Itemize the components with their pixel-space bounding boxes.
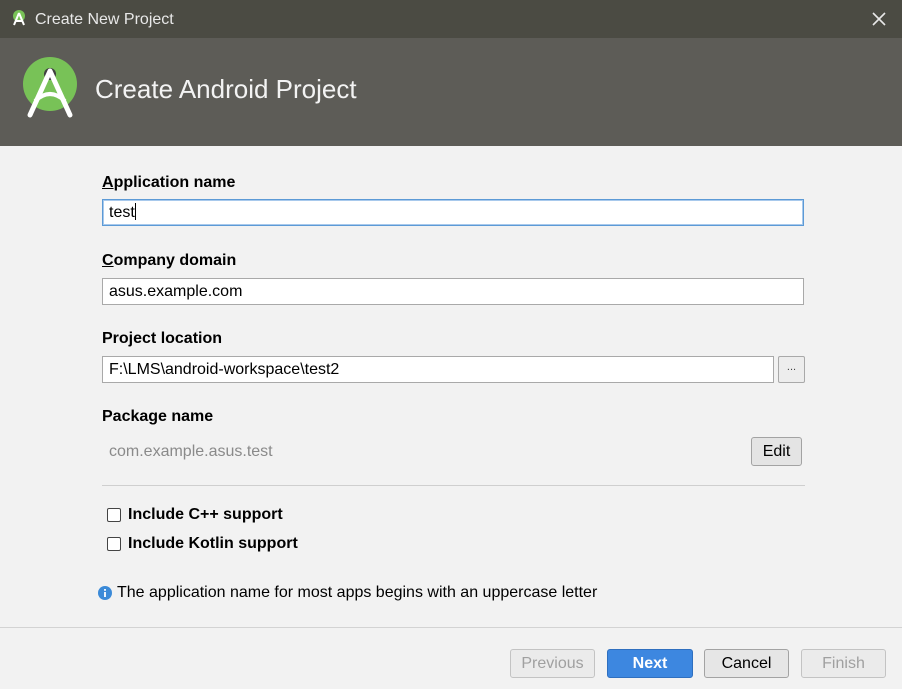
text-caret bbox=[134, 203, 136, 220]
finish-button[interactable]: Finish bbox=[801, 649, 886, 678]
dialog-footer: Previous Next Cancel Finish bbox=[0, 627, 902, 689]
company-domain-label: Company domain bbox=[102, 252, 237, 269]
android-studio-logo-icon bbox=[23, 57, 77, 118]
close-icon[interactable] bbox=[868, 8, 890, 30]
application-name-input[interactable]: test bbox=[102, 199, 804, 226]
edit-package-button[interactable]: Edit bbox=[751, 437, 802, 466]
kotlin-support-checkbox[interactable] bbox=[107, 537, 121, 551]
kotlin-support-label[interactable]: Include Kotlin support bbox=[128, 534, 298, 554]
project-location-input[interactable]: F:\LMS\android-workspace\test2 bbox=[102, 356, 774, 383]
page-title: Create Android Project bbox=[95, 74, 357, 104]
cpp-support-option[interactable]: Include C++ support bbox=[107, 505, 283, 525]
previous-button[interactable]: Previous bbox=[510, 649, 595, 678]
package-name-label: Package name bbox=[102, 408, 214, 425]
browse-button[interactable]: ... bbox=[778, 356, 805, 383]
project-location-label: Project location bbox=[102, 330, 223, 347]
cpp-support-checkbox[interactable] bbox=[107, 508, 121, 522]
hint-message: The application name for most apps begin… bbox=[98, 583, 597, 603]
cpp-support-label[interactable]: Include C++ support bbox=[128, 505, 283, 525]
info-icon bbox=[98, 586, 112, 600]
kotlin-support-option[interactable]: Include Kotlin support bbox=[107, 534, 298, 554]
package-name-value: com.example.asus.test bbox=[109, 443, 273, 460]
window-title: Create New Project bbox=[35, 11, 174, 28]
divider bbox=[102, 485, 805, 486]
android-studio-icon bbox=[13, 10, 25, 26]
window-titlebar: Create New Project bbox=[0, 0, 902, 38]
company-domain-input[interactable]: asus.example.com bbox=[102, 278, 804, 305]
hint-text: The application name for most apps begin… bbox=[117, 584, 598, 601]
header-banner: Create Android Project bbox=[0, 38, 902, 146]
cancel-button[interactable]: Cancel bbox=[704, 649, 789, 678]
form-content: Application name test Company domain asu… bbox=[0, 146, 902, 627]
next-button[interactable]: Next bbox=[607, 649, 693, 678]
application-name-label: Application name bbox=[102, 174, 236, 191]
